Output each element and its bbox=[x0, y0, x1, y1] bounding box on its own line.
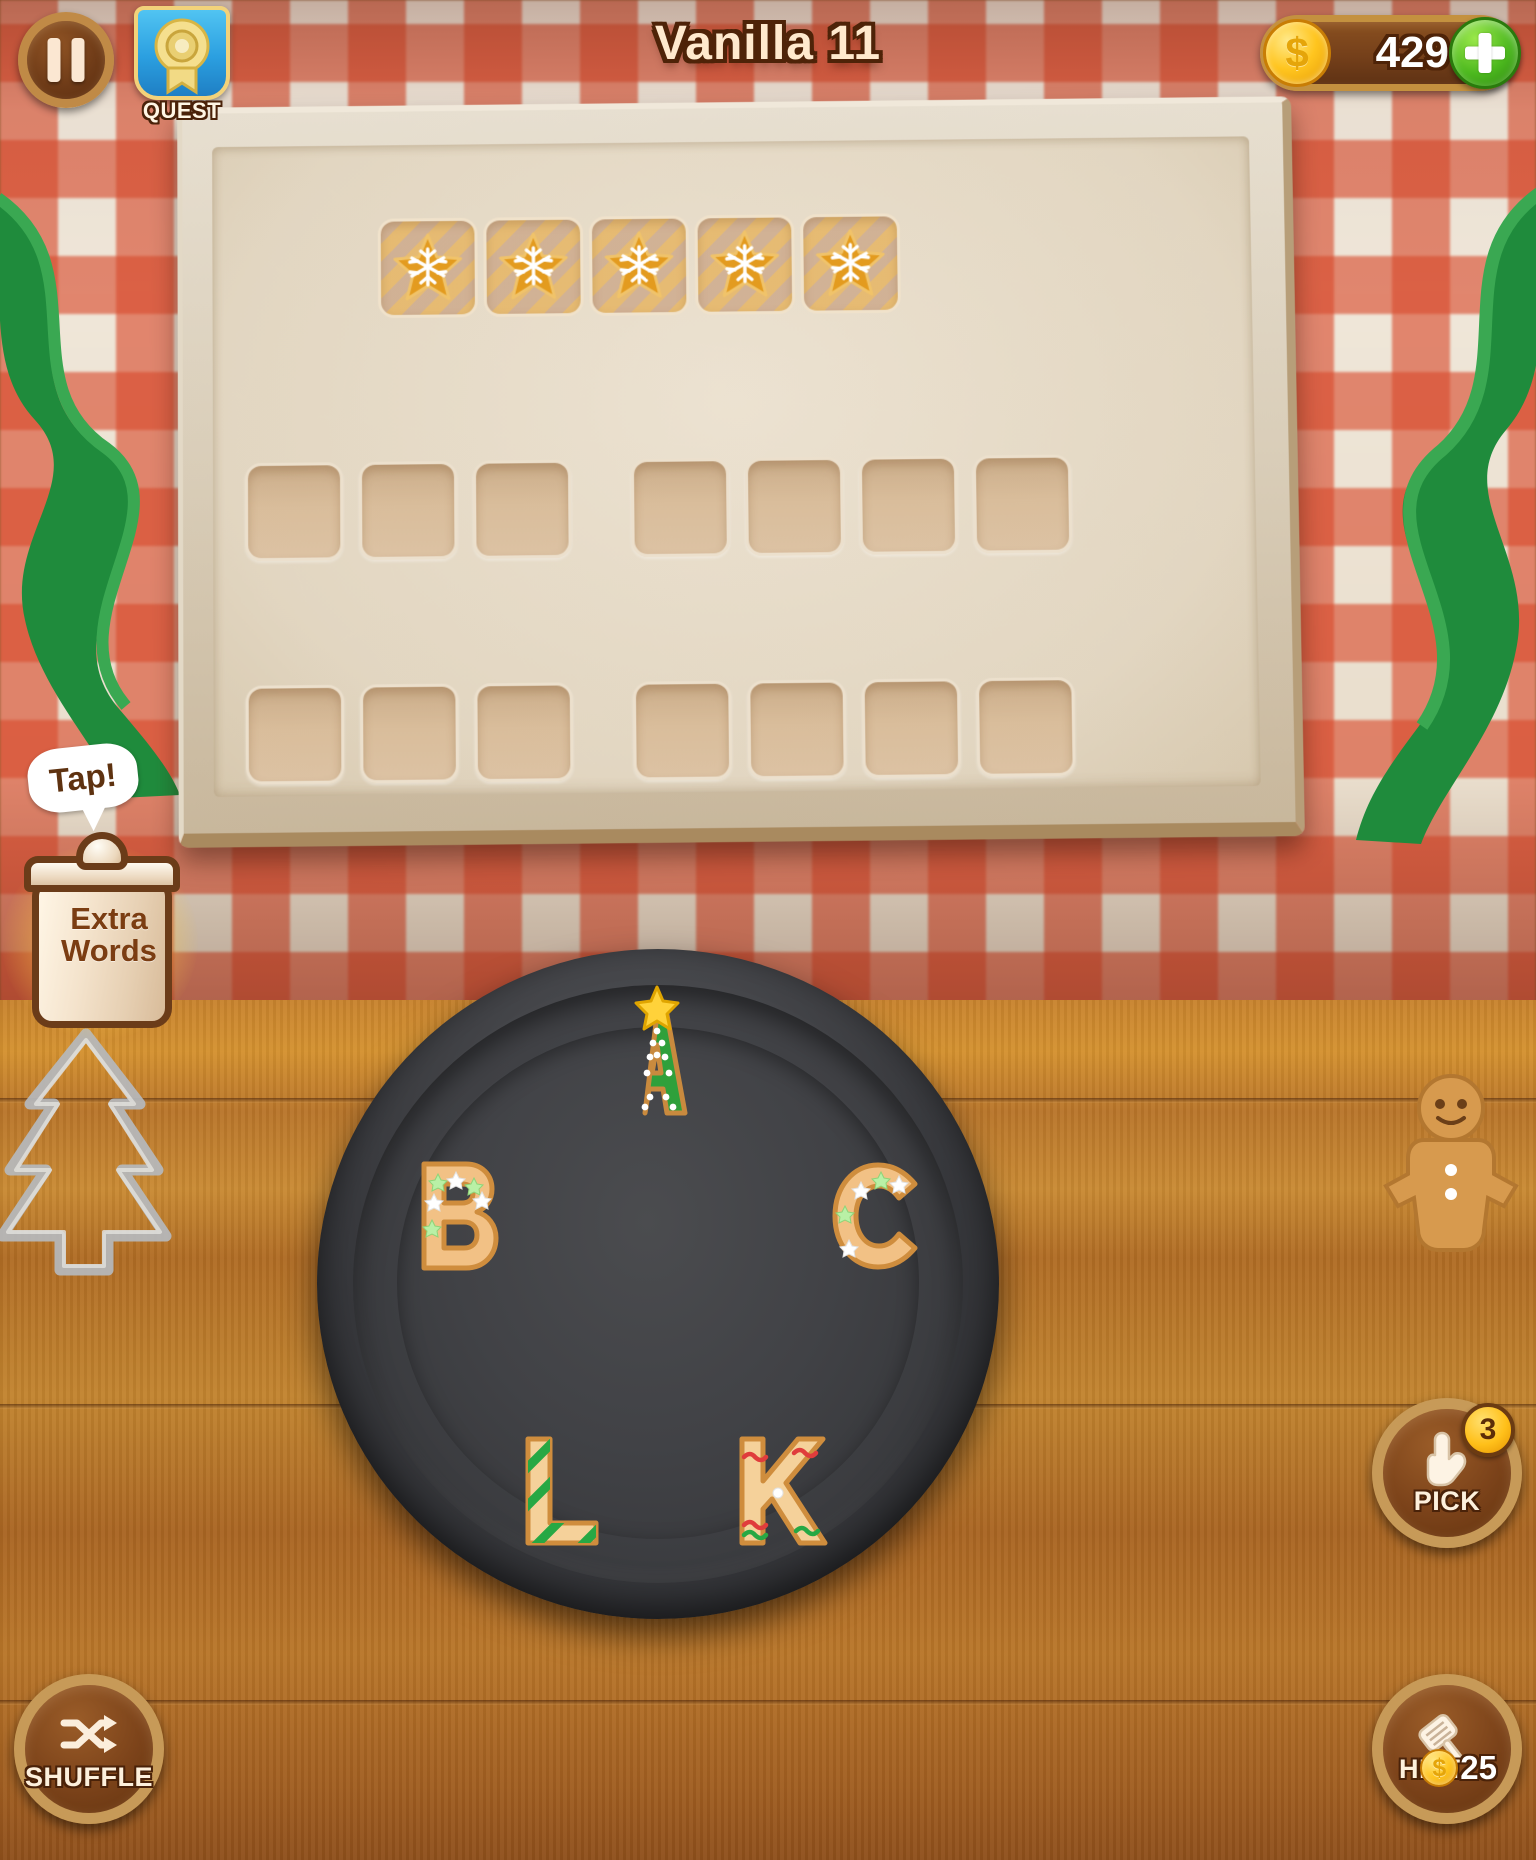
green-ribbon-icon bbox=[1286, 150, 1536, 850]
coin-icon: $ bbox=[1263, 19, 1331, 87]
pick-count-badge: 3 bbox=[1461, 1403, 1515, 1457]
letter-slot[interactable] bbox=[244, 462, 344, 562]
solved-tile[interactable] bbox=[800, 213, 901, 314]
extra-words-line1: Extra bbox=[70, 901, 148, 936]
row-gap bbox=[589, 682, 634, 781]
letter-slot[interactable] bbox=[360, 683, 459, 784]
board-surface bbox=[212, 136, 1261, 798]
letter-slot[interactable] bbox=[358, 460, 458, 561]
puzzle-board bbox=[177, 96, 1305, 848]
word-row bbox=[245, 677, 1092, 785]
game-screen: QUEST Vanilla 11 $ 429 Extra Words Tap! … bbox=[0, 0, 1536, 1860]
snowflake-star-cookie-icon bbox=[391, 231, 465, 305]
snowflake-star-cookie-icon bbox=[813, 226, 888, 300]
letter-slot[interactable] bbox=[861, 678, 962, 779]
pick-label: PICK bbox=[1413, 1485, 1481, 1516]
snowflake-star-cookie-icon bbox=[602, 229, 676, 303]
extra-words-line2: Words bbox=[61, 932, 157, 968]
shuffle-label: SHUFFLE bbox=[25, 1761, 153, 1792]
letter-slot[interactable] bbox=[472, 459, 572, 559]
solved-tile[interactable] bbox=[588, 215, 690, 316]
extra-words-label: Extra Words bbox=[39, 903, 179, 966]
coin-icon: $ bbox=[1420, 1749, 1459, 1787]
solved-words-row bbox=[377, 213, 901, 319]
word-row bbox=[244, 454, 1088, 562]
hint-cost-amount: 25 bbox=[1460, 1749, 1497, 1786]
letter-slot[interactable] bbox=[630, 458, 730, 558]
letter-slot[interactable] bbox=[474, 682, 574, 783]
quest-label: QUEST bbox=[142, 98, 222, 123]
solved-tile[interactable] bbox=[694, 214, 796, 315]
hint-button[interactable]: HINT $ 25 bbox=[1372, 1674, 1522, 1824]
letter-tile-k[interactable] bbox=[710, 1425, 840, 1555]
extra-words-jar-button[interactable]: Extra Words Tap! bbox=[2, 740, 198, 1040]
snowflake-star-cookie-icon bbox=[708, 227, 783, 301]
letter-tile-c[interactable] bbox=[815, 1150, 945, 1280]
coin-amount: 429 bbox=[1375, 28, 1449, 77]
solved-tile[interactable] bbox=[377, 217, 478, 319]
tap-tooltip-label: Tap! bbox=[47, 755, 119, 800]
row-gap bbox=[587, 459, 632, 558]
top-bar: QUEST Vanilla 11 $ 429 bbox=[0, 0, 1536, 123]
letter-tile-b[interactable] bbox=[390, 1150, 520, 1280]
coin-counter[interactable]: $ 429 bbox=[1260, 15, 1521, 91]
snowflake-star-cookie-icon bbox=[496, 230, 570, 304]
letter-slot[interactable] bbox=[744, 456, 845, 557]
solved-tile[interactable] bbox=[483, 216, 584, 318]
letter-slot[interactable] bbox=[747, 679, 847, 780]
tree-cookie-cutter-icon bbox=[0, 1020, 180, 1280]
letter-slot[interactable] bbox=[632, 680, 733, 781]
shuffle-button[interactable]: SHUFFLE bbox=[14, 1674, 164, 1824]
letter-slot[interactable] bbox=[975, 677, 1076, 777]
letter-slot[interactable] bbox=[858, 455, 959, 555]
cookie-jar-icon: Extra Words bbox=[32, 880, 172, 1028]
hint-cost: $ 25 bbox=[1416, 1747, 1505, 1789]
gingerbread-man-icon bbox=[1376, 1070, 1526, 1260]
board-frame bbox=[177, 96, 1305, 848]
letter-slot[interactable] bbox=[972, 454, 1073, 554]
jar-knob-icon bbox=[76, 832, 128, 870]
plank-seam bbox=[0, 1700, 1536, 1705]
letter-slot[interactable] bbox=[245, 684, 345, 785]
pick-button[interactable]: PICK 3 bbox=[1372, 1398, 1522, 1548]
letter-tile-a[interactable] bbox=[593, 985, 723, 1120]
add-coins-button[interactable] bbox=[1449, 17, 1521, 89]
shuffle-icon bbox=[58, 1706, 120, 1762]
letter-tile-l[interactable] bbox=[488, 1425, 618, 1555]
